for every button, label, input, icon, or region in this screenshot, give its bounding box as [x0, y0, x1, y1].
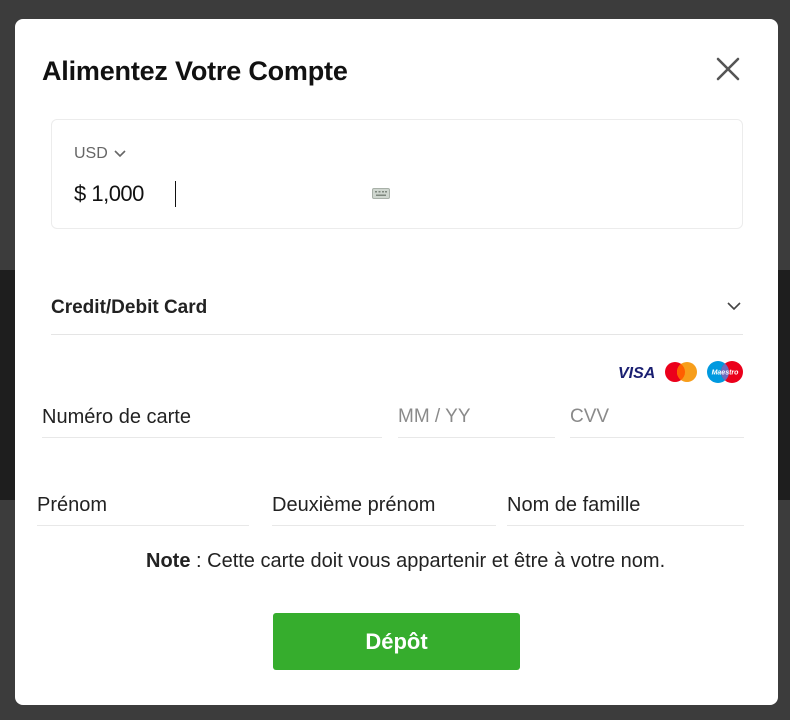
last-name-field[interactable]: Nom de famille — [507, 485, 744, 526]
amount-box: USD — [51, 119, 743, 229]
first-name-field[interactable]: Prénom — [37, 485, 249, 526]
last-name-label: Nom de famille — [507, 494, 641, 516]
first-name-label: Prénom — [37, 494, 108, 516]
modal-title: Alimentez Votre Compte — [42, 56, 348, 86]
mastercard-logo-icon — [665, 362, 697, 382]
background-strip — [0, 270, 15, 500]
payment-method-label: Credit/Debit Card — [51, 297, 208, 318]
deposit-button[interactable]: Dépôt — [273, 613, 520, 670]
close-button[interactable] — [711, 52, 745, 86]
chevron-down-icon — [727, 302, 741, 311]
payment-method-select[interactable]: Credit/Debit Card — [51, 294, 743, 335]
card-brand-logos: VISA Maestro — [618, 360, 744, 384]
deposit-modal: Alimentez Votre Compte USD Credit/Debit … — [15, 19, 778, 705]
middle-name-field[interactable]: Deuxième prénom — [272, 485, 496, 526]
maestro-logo-icon: Maestro — [707, 361, 743, 383]
text-caret — [175, 181, 176, 207]
visa-logo-icon: VISA — [618, 365, 655, 380]
chevron-down-icon — [114, 150, 126, 158]
card-number-label: Numéro de carte — [42, 406, 191, 428]
card-number-field[interactable]: Numéro de carte — [42, 397, 382, 438]
expiry-placeholder: MM / YY — [398, 406, 471, 427]
background-strip — [778, 270, 790, 500]
note-prefix: Note — [146, 550, 191, 572]
keyboard-icon[interactable] — [372, 188, 390, 199]
ownership-note: Note : Cette carte doit vous appartenir … — [146, 550, 665, 573]
close-icon — [716, 57, 740, 81]
cvv-field[interactable]: CVV — [570, 397, 744, 438]
cvv-placeholder: CVV — [570, 406, 610, 427]
middle-name-label: Deuxième prénom — [272, 494, 436, 516]
svg-text:VISA: VISA — [618, 365, 655, 380]
svg-text:Maestro: Maestro — [712, 370, 740, 377]
note-text: : Cette carte doit vous appartenir et êt… — [190, 550, 666, 572]
amount-input[interactable] — [74, 181, 324, 207]
currency-select[interactable]: USD — [74, 145, 126, 163]
currency-label: USD — [74, 145, 108, 162]
expiry-field[interactable]: MM / YY — [398, 397, 555, 438]
